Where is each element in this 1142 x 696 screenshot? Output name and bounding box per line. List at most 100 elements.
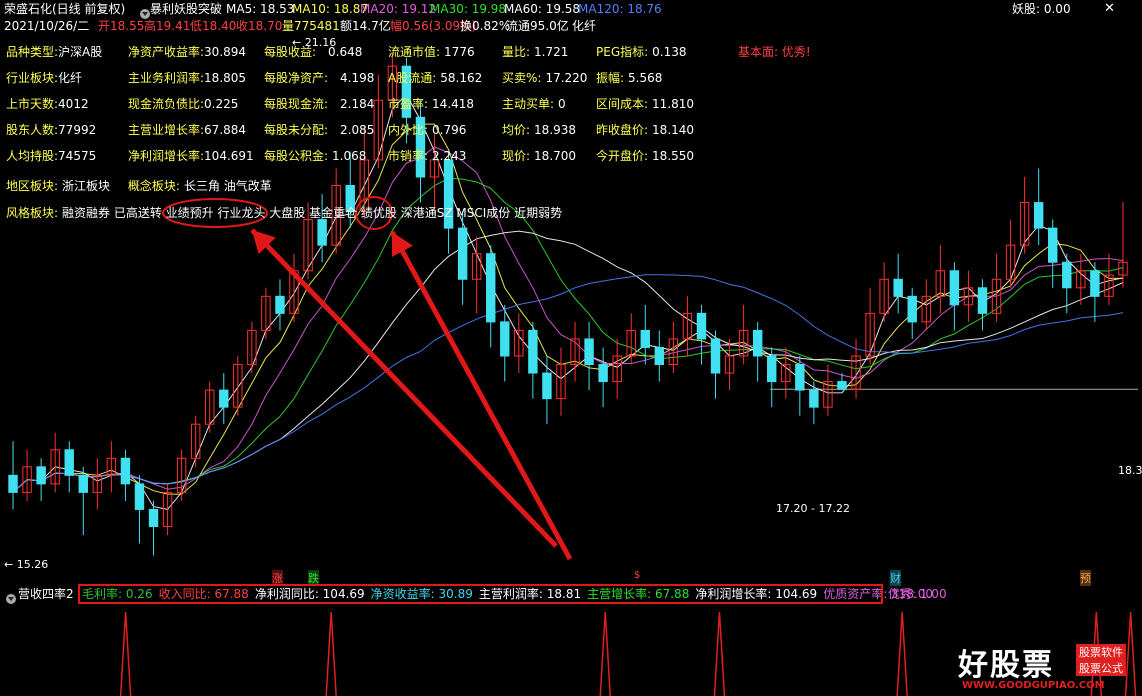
logo-url: WWW.GOODGUPIAO.COM [962,680,1105,691]
fund-label: A股流通: [388,71,437,85]
fund-label: 量比: [502,45,531,59]
candle-body [1090,270,1100,297]
fund-label: 现价: [502,149,531,163]
candle-body [584,338,594,366]
fund-label: PEG指标: [596,45,649,59]
fund-value: 74575 [58,149,97,163]
candle-body [148,508,159,527]
marker-yu[interactable]: 预 [1080,570,1091,586]
fund-col-6: PEG指标: 0.138 振幅: 5.568 区间成本: 11.810 昨收盘价: 18… [596,44,694,174]
fund-label: 股东人数: [6,123,59,137]
candle-body [809,389,819,408]
fund-value: 0.138 [652,45,687,59]
ma-line-ma120 [12,274,1124,493]
fund-col-5: 量比: 1.721 买卖%: 17.220 主动买单: 0 均价: 18.938 现价:… [502,44,587,174]
fund-label: 现金流负债比: [128,97,205,111]
fund-value: 0 [558,97,566,111]
fund-label: 流通市值: [388,45,441,59]
fund-value: 1776 [444,45,475,59]
ma-line-ma20 [12,146,1124,493]
quote-volume: 量775481 [282,19,340,33]
candle-body [528,329,538,374]
candle-body [893,278,903,297]
fund-value: 14.418 [432,97,475,111]
fund-value: 4012 [58,97,89,111]
candle-body [134,483,145,510]
fund-value: 30.894 [204,45,247,59]
candle-body [710,338,721,374]
fund-value: 沪深A股 [58,45,103,59]
fund-col-3: 每股收益: 0.648 每股净资产: 4.198 每股现金流: 2.184 每股未分配… [264,44,374,174]
fund-label: 买卖%: [502,71,542,85]
fund-value: 67.884 [204,123,247,137]
indicator-spike [325,611,337,696]
quote-close: 收18.70 [236,19,283,33]
fund-label: 每股净资产: [264,71,329,85]
close-icon[interactable]: ✕ [1104,0,1115,18]
fund-value: 11.810 [652,97,695,111]
indicator-spike [119,611,132,696]
ma10-value: MA10: 18.87 [292,2,369,16]
candle-body [8,474,18,493]
fund-value: 18.805 [204,71,247,85]
title-bar: 荣盛石化(日线 前复权) 暴利妖股突破 MA5: 18.53 MA10: 18.… [0,0,1142,19]
candle-body [486,253,496,323]
fund-label: 市盈率: [388,97,429,111]
formula-name[interactable]: 暴利妖股突破 [150,0,222,18]
fund-value: 5.568 [628,71,663,85]
sub-indicator-name[interactable]: 营收四率2 [18,585,74,603]
concept-value: 长三角 油气改革 [183,179,272,193]
candle-body [457,227,468,280]
fund-label: 人均持股: [6,149,59,163]
candle-body [64,449,74,476]
stock-title[interactable]: 荣盛石化(日线 前复权) [4,0,125,18]
fund-label: 每股未分配: [264,123,329,137]
ma-line-ma30 [12,177,1124,493]
low-price-label: ← 15.26 [4,558,49,571]
candle-body [837,381,847,390]
fund-col-4: 流通市值: 1776 A股流通: 58.162 市盈率: 14.418 内外比: 0.7… [388,44,482,174]
candle-body [767,355,777,383]
candle-body [949,270,960,306]
quote-open: 开18.55 [98,19,145,33]
fund-label: 每股公积金: [264,149,329,163]
candle-body [36,466,46,485]
excellent-value: 优秀: 1.00 [888,587,947,601]
annotation-arrow-1 [250,228,558,548]
fund-value: 2.184 [340,97,375,111]
candle-body [542,372,552,400]
fund-label: 品种类型: [6,45,59,59]
quote-float: 流通95.0亿 [506,19,569,33]
fund-label: 主营业增长率: [128,123,205,137]
ma20-value: MA20: 19.12 [360,2,437,16]
fund-label: 内外比: [388,123,429,137]
style-row: 风格板块: 融资融券 已高送转 业绩预升 行业龙头 大盘股 基金重仓 绩优股 深港… [6,205,562,221]
fund-value: 18.550 [652,149,695,163]
fund-label: 主业务利润率: [128,71,205,85]
fund-col-1: 品种类型:沪深A股 行业板块:化纤 上市天数:4012 股东人数:77992 人… [6,44,102,174]
marker-dollar[interactable]: $ [634,570,640,581]
watermark-logo: 好股票 股票软件 股票公式 WWW.GOODGUPIAO.COM [948,640,1138,694]
peak-price-label: ← 21.16 [292,36,337,49]
fund-col-2: 净资产收益率:30.894 主业务利润率:18.805 现金流负债比:0.225… [128,44,254,174]
candle-body [752,329,763,357]
yaogu-value: 妖股: 0.00 [1012,2,1071,16]
logo-tag-2: 股票公式 [1076,660,1126,676]
marker-cai[interactable]: 财 [890,570,901,586]
indicator-spike [599,611,612,696]
candle-body [275,295,285,314]
candle-body [907,295,917,323]
candle-body [219,389,229,408]
fund-value: 104.691 [204,149,254,163]
quote-industry: 化纤 [572,19,597,33]
candle-body [640,329,650,348]
candle-body [120,457,131,485]
indicator-spike [713,611,726,696]
region-value: 浙江板块 [62,179,111,193]
fund-label: 上市天数: [6,97,59,111]
candle-body [78,474,88,493]
fund-value: 1.721 [534,45,569,59]
region-label: 地区板块: [6,179,59,193]
region-row: 地区板块: 浙江板块 概念板块: 长三角 油气改革 [6,178,272,194]
fund-value: 0.796 [432,123,467,137]
